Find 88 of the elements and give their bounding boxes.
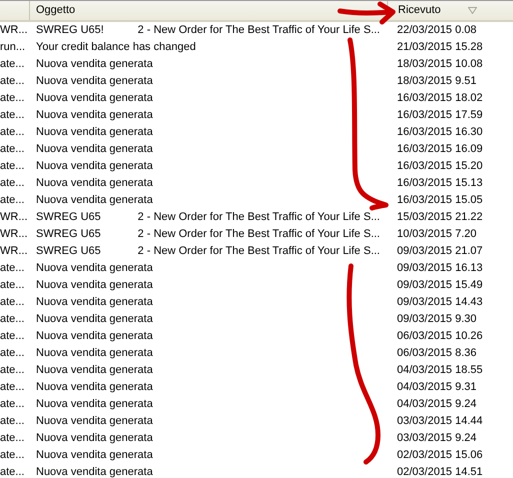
subject-cell-text: Nuova vendita generata bbox=[36, 346, 153, 362]
sender-cell: ate... bbox=[0, 194, 24, 206]
date-cell: 16/03/2015 15.13 bbox=[397, 177, 483, 190]
date-cell: 06/03/2015 10.26 bbox=[397, 330, 483, 342]
subject-cell-text: Nuova vendita generata bbox=[36, 380, 153, 396]
subject-cell-text: SWREG U65 bbox=[36, 244, 101, 260]
sender-cell: ate... bbox=[0, 313, 24, 326]
sender-cell: ate... bbox=[0, 347, 24, 360]
sender-cell: WR... bbox=[0, 228, 28, 240]
date-cell: 15/03/2015 21.22 bbox=[397, 211, 483, 224]
subject-cell-text: Nuova vendita generata bbox=[36, 91, 153, 106]
sender-cell: WR... bbox=[0, 24, 28, 36]
sender-cell: ate... bbox=[0, 432, 24, 444]
date-cell: 04/03/2015 18.55 bbox=[397, 364, 483, 376]
sender-cell: ate... bbox=[0, 296, 24, 308]
date-cell: 03/03/2015 14.44 bbox=[397, 415, 483, 428]
date-cell: 10/03/2015 7.20 bbox=[397, 228, 477, 240]
sender-cell: ate... bbox=[0, 279, 24, 292]
date-cell: 16/03/2015 17.59 bbox=[397, 109, 483, 122]
sender-cell: ate... bbox=[0, 160, 24, 172]
date-cell: 16/03/2015 15.20 bbox=[397, 160, 483, 172]
subject-cell-text: SWREG U65! bbox=[36, 23, 104, 38]
column-header[interactable]: Ricevuto bbox=[398, 2, 441, 19]
sender-cell: ate... bbox=[0, 466, 24, 478]
subject-cell-text: Nuova vendita generata bbox=[36, 431, 153, 446]
sender-cell: ate... bbox=[0, 177, 24, 190]
date-cell: 04/03/2015 9.31 bbox=[397, 381, 477, 394]
sender-cell: ate... bbox=[0, 398, 24, 410]
date-cell: 04/03/2015 9.24 bbox=[397, 398, 477, 410]
subject-cell-text: Nuova vendita generata bbox=[36, 312, 153, 328]
date-cell: 02/03/2015 14.51 bbox=[397, 466, 483, 478]
date-cell: 09/03/2015 16.13 bbox=[397, 262, 483, 274]
date-cell: 16/03/2015 16.30 bbox=[397, 126, 483, 138]
date-cell: 09/03/2015 14.43 bbox=[397, 296, 483, 308]
subject-cell-text: SWREG U65 bbox=[36, 210, 101, 226]
subject-cell-text: Nuova vendita generata bbox=[36, 465, 153, 478]
subject-cell-text: Nuova vendita generata bbox=[36, 57, 153, 72]
subject-cell-text: Nuova vendita generata bbox=[36, 414, 153, 430]
sender-cell: ate... bbox=[0, 415, 24, 428]
subject-cell-text: Nuova vendita generata bbox=[36, 278, 153, 294]
date-cell: 03/03/2015 9.24 bbox=[397, 432, 477, 444]
arrow-drawing bbox=[338, 2, 396, 24]
subject-cell-text: Nuova vendita generata bbox=[36, 397, 153, 412]
subject-cell-text: 2 - New Order for The Best Traffic of Your Life S... bbox=[138, 227, 380, 242]
subject-cell-text: Nuova vendita generata bbox=[36, 295, 153, 310]
sender-cell: ate... bbox=[0, 109, 24, 122]
date-cell: 16/03/2015 18.02 bbox=[397, 92, 483, 104]
subject-cell-text: 2 - New Order for The Best Traffic of Your Life S... bbox=[138, 210, 380, 226]
sender-cell: WR... bbox=[0, 245, 28, 258]
subject-cell-text: Nuova vendita generata bbox=[36, 329, 153, 344]
subject-cell-text: Nuova vendita generata bbox=[36, 125, 153, 140]
sender-cell: ate... bbox=[0, 449, 24, 462]
sender-cell: ate... bbox=[0, 126, 24, 138]
date-cell: 09/03/2015 15.49 bbox=[397, 279, 483, 292]
column-header[interactable]: Oggetto bbox=[36, 2, 76, 19]
sender-cell: ate... bbox=[0, 92, 24, 104]
subject-cell-text: Nuova vendita generata bbox=[36, 159, 153, 174]
date-cell: 16/03/2015 16.09 bbox=[397, 143, 483, 156]
date-cell: 09/03/2015 9.30 bbox=[397, 313, 477, 326]
sender-cell: ate... bbox=[0, 364, 24, 376]
date-cell: 21/03/2015 15.28 bbox=[397, 41, 483, 54]
date-cell: 18/03/2015 10.08 bbox=[397, 58, 483, 70]
subject-cell-text: SWREG U65 bbox=[36, 227, 101, 242]
date-cell: 09/03/2015 21.07 bbox=[397, 245, 483, 258]
subject-cell-text: Nuova vendita generata bbox=[36, 108, 153, 124]
subject-cell-text: Your credit balance has changed bbox=[36, 40, 196, 56]
subject-cell-text: Nuova vendita generata bbox=[36, 363, 153, 378]
sender-cell: WR... bbox=[0, 211, 28, 224]
subject-cell-text: 2 - New Order for The Best Traffic of Your Life S... bbox=[138, 23, 380, 38]
sender-cell: run... bbox=[0, 41, 26, 54]
subject-cell-text: 2 - New Order for The Best Traffic of Your Life S... bbox=[138, 244, 380, 260]
sender-cell: ate... bbox=[0, 381, 24, 394]
sender-cell: ate... bbox=[0, 330, 24, 342]
sender-cell: ate... bbox=[0, 58, 24, 70]
sender-cell: ate... bbox=[0, 75, 24, 88]
date-cell: 06/03/2015 8.36 bbox=[397, 347, 477, 360]
date-cell: 22/03/2015 0.08 bbox=[397, 24, 477, 36]
subject-cell-text: Nuova vendita generata bbox=[36, 176, 153, 192]
sender-cell: ate... bbox=[0, 143, 24, 156]
date-cell: 18/03/2015 9.51 bbox=[397, 75, 477, 88]
subject-cell-text: Nuova vendita generata bbox=[36, 448, 153, 464]
subject-cell-text: Nuova vendita generata bbox=[36, 193, 153, 208]
subject-cell-text: Nuova vendita generata bbox=[36, 261, 153, 276]
sender-cell: ate... bbox=[0, 262, 24, 274]
date-cell: 02/03/2015 15.06 bbox=[397, 449, 483, 462]
subject-cell-text: Nuova vendita generata bbox=[36, 142, 153, 158]
date-cell: 16/03/2015 15.05 bbox=[397, 194, 483, 206]
subject-cell-text: Nuova vendita generata bbox=[36, 74, 153, 90]
